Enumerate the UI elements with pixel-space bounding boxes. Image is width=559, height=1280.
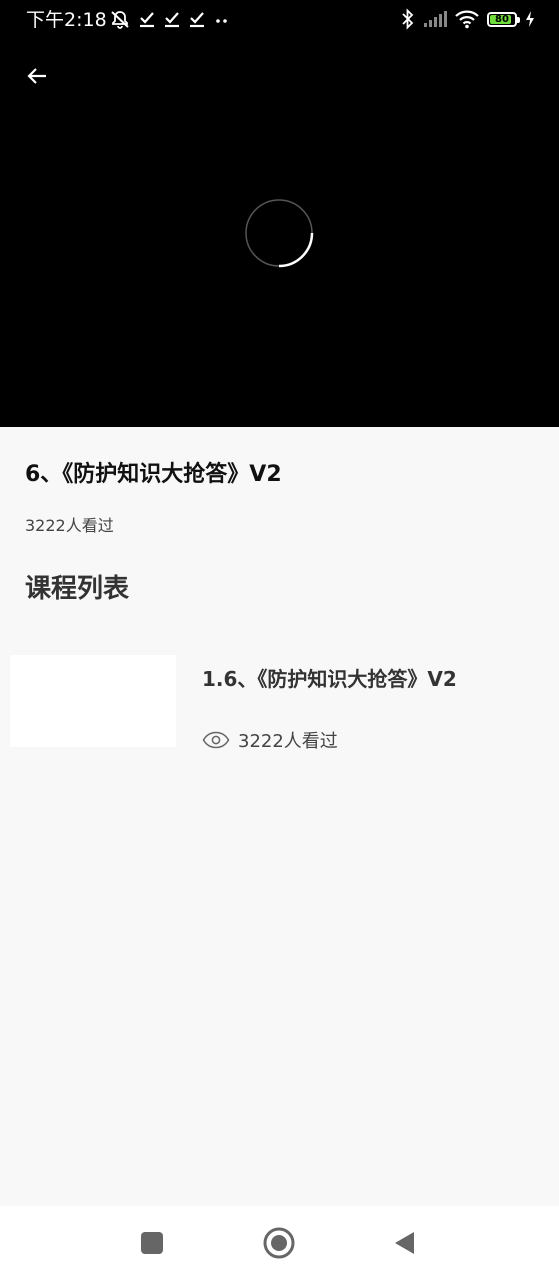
system-nav-bar bbox=[0, 1206, 559, 1280]
charging-icon bbox=[526, 11, 534, 27]
status-time: 下午2:18 bbox=[26, 9, 107, 31]
bluetooth-icon bbox=[402, 8, 414, 30]
lesson-list-title: 课程列表 bbox=[25, 574, 130, 604]
mute-icon bbox=[111, 11, 129, 29]
video-player[interactable] bbox=[0, 38, 559, 427]
battery-icon: 80 bbox=[487, 11, 520, 27]
lesson-view-count: 3222人看过 bbox=[238, 731, 338, 752]
battery-level: 80 bbox=[495, 13, 509, 25]
check-icon bbox=[140, 12, 154, 28]
back-button[interactable] bbox=[22, 62, 52, 90]
recents-square-icon bbox=[141, 1232, 163, 1254]
more-dots-icon bbox=[216, 19, 227, 23]
lesson-title: 1.6、《防护知识大抢答》V2 bbox=[202, 667, 457, 691]
check-icon bbox=[190, 12, 204, 28]
course-title: 6、《防护知识大抢答》V2 bbox=[25, 462, 282, 487]
recents-button[interactable] bbox=[135, 1226, 169, 1260]
arrow-left-icon bbox=[27, 68, 46, 84]
eye-icon bbox=[202, 731, 230, 749]
lesson-thumbnail bbox=[10, 655, 176, 747]
signal-icon bbox=[424, 11, 447, 27]
check-icon bbox=[165, 12, 179, 28]
lesson-list-item[interactable]: 1.6、《防护知识大抢答》V2 3222人看过 bbox=[10, 655, 550, 765]
home-circle-icon bbox=[263, 1227, 295, 1259]
back-triangle-icon bbox=[395, 1232, 414, 1254]
home-button[interactable] bbox=[262, 1226, 296, 1260]
loading-spinner-icon bbox=[245, 199, 314, 268]
status-bar: 下午2:18 80 bbox=[0, 0, 559, 38]
course-view-count: 3222人看过 bbox=[25, 516, 114, 535]
wifi-icon bbox=[455, 10, 479, 29]
back-nav-button[interactable] bbox=[388, 1226, 422, 1260]
lesson-meta: 3222人看过 bbox=[202, 727, 338, 753]
